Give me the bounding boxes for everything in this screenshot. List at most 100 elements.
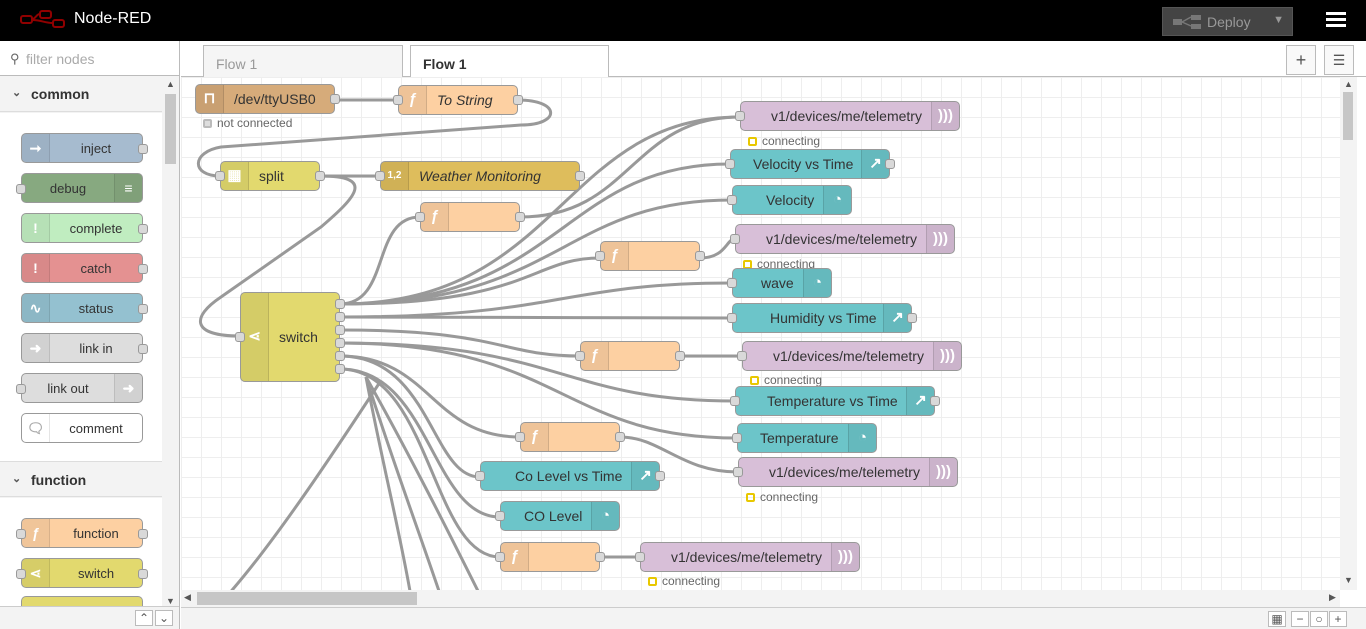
wave-gauge-node[interactable]: wave ◔	[727, 268, 832, 298]
input-port[interactable]	[16, 529, 26, 539]
palette-node-switch[interactable]: ⋖ switch	[16, 558, 148, 588]
input-port[interactable]	[16, 184, 26, 194]
scroll-left-icon[interactable]: ◀	[184, 592, 191, 603]
output-port[interactable]	[315, 171, 325, 181]
input-port[interactable]	[732, 433, 742, 443]
output-port[interactable]	[330, 94, 340, 104]
to-string-function-node[interactable]: ƒ To String	[393, 85, 523, 115]
humidity-chart-node[interactable]: Humidity vs Time ↗	[727, 303, 917, 333]
output-port[interactable]	[335, 338, 345, 348]
scroll-up-icon[interactable]: ▲	[166, 79, 175, 89]
input-port[interactable]	[375, 171, 385, 181]
output-port[interactable]	[138, 569, 148, 579]
output-port[interactable]	[675, 351, 685, 361]
output-port[interactable]	[138, 144, 148, 154]
input-port[interactable]	[727, 278, 737, 288]
mqtt-out-node[interactable]: v1/devices/me/telemetry )))	[733, 457, 958, 487]
mqtt-out-node[interactable]: v1/devices/me/telemetry )))	[737, 341, 962, 371]
velocity-gauge-node[interactable]: Velocity ◔	[727, 185, 852, 215]
output-port[interactable]	[138, 224, 148, 234]
palette-node-comment[interactable]: 🗨 comment	[21, 413, 143, 443]
collapse-all-icon[interactable]: ⌃	[135, 610, 153, 626]
input-port[interactable]	[16, 569, 26, 579]
output-port[interactable]	[335, 351, 345, 361]
output-port[interactable]	[335, 299, 345, 309]
output-port[interactable]	[335, 325, 345, 335]
input-port[interactable]	[733, 467, 743, 477]
output-port[interactable]	[515, 212, 525, 222]
input-port[interactable]	[635, 552, 645, 562]
input-port[interactable]	[725, 159, 735, 169]
output-port[interactable]	[335, 364, 345, 374]
temperature-gauge-node[interactable]: Temperature ◔	[732, 423, 877, 453]
output-port[interactable]	[138, 264, 148, 274]
horizontal-scroll-thumb[interactable]	[197, 592, 417, 605]
palette-node-function[interactable]: ƒ function	[16, 518, 148, 548]
serial-in-node[interactable]: ⊓ /dev/ttyUSB0	[195, 84, 340, 114]
mqtt-out-node[interactable]: v1/devices/me/telemetry )))	[730, 224, 955, 254]
caret-down-icon[interactable]: ▼	[1273, 14, 1284, 26]
zoom-out-icon[interactable]: −	[1291, 611, 1309, 627]
input-port[interactable]	[595, 251, 605, 261]
vertical-scroll-thumb[interactable]	[1343, 92, 1353, 140]
velocity-chart-node[interactable]: Velocity vs Time ↗	[725, 149, 895, 179]
flow-workspace[interactable]: ⊓ /dev/ttyUSB0 not connected ƒ To String…	[181, 77, 1349, 590]
palette-category-function[interactable]: ⌄ function	[0, 461, 162, 497]
output-port[interactable]	[885, 159, 895, 169]
input-port[interactable]	[737, 351, 747, 361]
output-port[interactable]	[595, 552, 605, 562]
temperature-chart-node[interactable]: Temperature vs Time ↗	[730, 386, 940, 416]
palette-node-complete[interactable]: ! complete	[21, 213, 148, 243]
scroll-down-icon[interactable]: ▼	[166, 596, 175, 606]
output-port[interactable]	[615, 432, 625, 442]
zoom-in-icon[interactable]: +	[1329, 611, 1347, 627]
deploy-button[interactable]: Deploy ▼	[1162, 7, 1293, 36]
scroll-down-icon[interactable]: ▼	[1344, 575, 1353, 585]
function-node[interactable]: ƒ	[575, 341, 685, 371]
input-port[interactable]	[235, 332, 245, 342]
output-port[interactable]	[138, 304, 148, 314]
output-port[interactable]	[513, 95, 523, 105]
input-port[interactable]	[727, 313, 737, 323]
function-node[interactable]: ƒ	[515, 422, 625, 452]
filter-nodes-input[interactable]	[24, 49, 169, 69]
input-port[interactable]	[215, 171, 225, 181]
palette-category-common[interactable]: ⌄ common	[0, 76, 162, 112]
co-level-gauge-node[interactable]: CO Level ◔	[495, 501, 620, 531]
palette-node-link-out[interactable]: link out ➜	[16, 373, 143, 403]
mqtt-out-node[interactable]: v1/devices/me/telemetry )))	[635, 542, 860, 572]
input-port[interactable]	[727, 195, 737, 205]
expand-all-icon[interactable]: ⌄	[155, 610, 173, 626]
switch-node[interactable]: ⋖ switch	[235, 292, 345, 382]
tab-flow-1[interactable]: Flow 1	[203, 45, 403, 77]
add-flow-icon[interactable]: +	[1286, 45, 1316, 75]
weather-monitoring-template-node[interactable]: 1,2 Weather Monitoring	[375, 161, 585, 191]
input-port[interactable]	[415, 212, 425, 222]
input-port[interactable]	[515, 432, 525, 442]
output-port[interactable]	[575, 171, 585, 181]
palette-node-inject[interactable]: ➞ inject	[21, 133, 148, 163]
input-port[interactable]	[730, 396, 740, 406]
input-port[interactable]	[575, 351, 585, 361]
tab-flow-1-active[interactable]: Flow 1	[410, 45, 609, 78]
scroll-right-icon[interactable]: ▶	[1329, 592, 1336, 603]
function-node[interactable]: ƒ	[595, 241, 705, 271]
main-menu-icon[interactable]	[1326, 12, 1346, 28]
input-port[interactable]	[735, 111, 745, 121]
input-port[interactable]	[495, 552, 505, 562]
zoom-reset-icon[interactable]: ○	[1310, 611, 1328, 627]
input-port[interactable]	[393, 95, 403, 105]
co-level-chart-node[interactable]: Co Level vs Time ↗	[475, 461, 665, 491]
mqtt-out-node[interactable]: v1/devices/me/telemetry )))	[735, 101, 960, 131]
output-port[interactable]	[930, 396, 940, 406]
output-port[interactable]	[335, 312, 345, 322]
workspace-vertical-scrollbar[interactable]: ▲ ▼	[1340, 77, 1357, 590]
input-port[interactable]	[16, 384, 26, 394]
output-port[interactable]	[655, 471, 665, 481]
input-port[interactable]	[495, 511, 505, 521]
output-port[interactable]	[138, 344, 148, 354]
workspace-horizontal-scrollbar[interactable]: ◀ ▶	[181, 590, 1340, 607]
palette-node-catch[interactable]: ! catch	[21, 253, 148, 283]
function-node[interactable]: ƒ	[415, 202, 525, 232]
palette-scrollbar[interactable]: ▲ ▼	[162, 76, 179, 629]
